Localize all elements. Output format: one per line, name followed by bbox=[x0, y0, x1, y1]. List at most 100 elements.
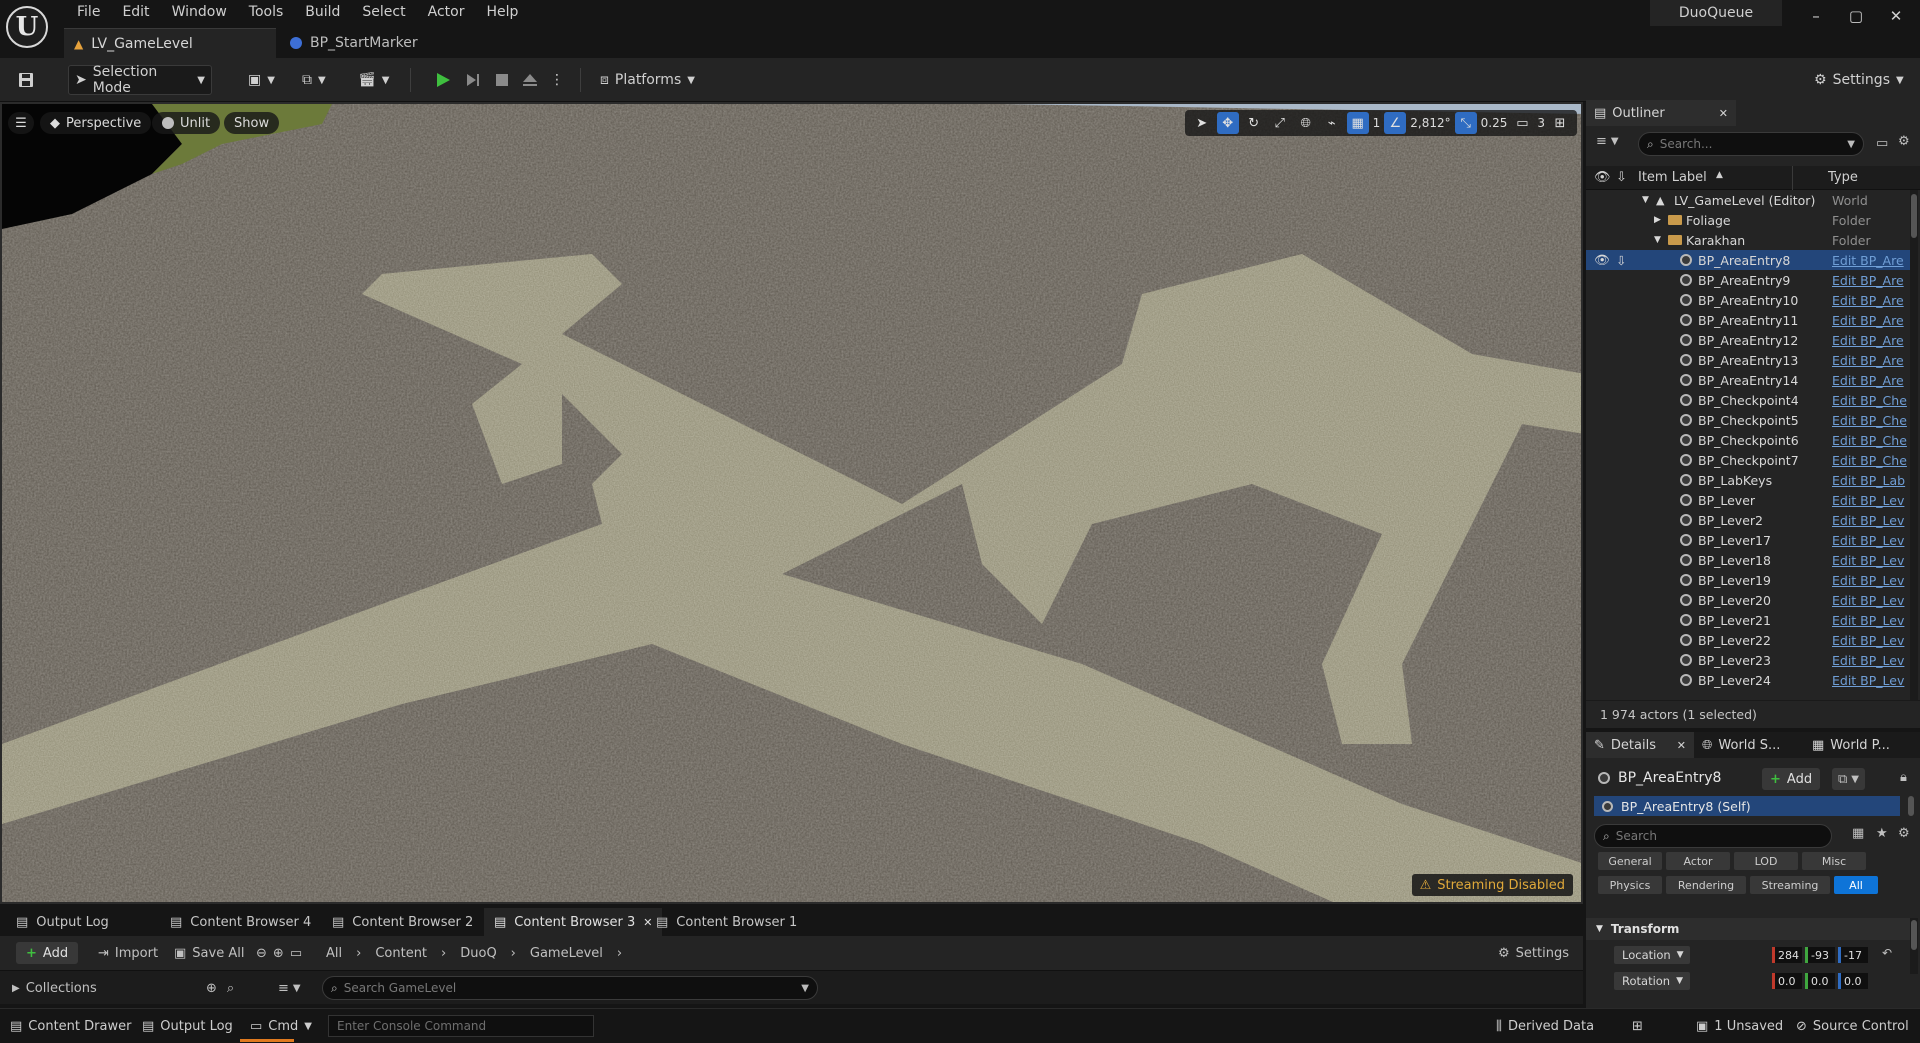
close-icon[interactable]: ✕ bbox=[1677, 739, 1686, 752]
edit-blueprint-link[interactable]: Edit BP_Lev bbox=[1832, 513, 1910, 528]
edit-blueprint-link[interactable]: Edit BP_Are bbox=[1832, 253, 1910, 268]
grid-snap-icon[interactable]: ▦ bbox=[1346, 112, 1369, 134]
edit-blueprint-link[interactable]: Edit BP_Lev bbox=[1832, 593, 1910, 608]
add-collection-icon[interactable]: ⊕ bbox=[206, 981, 217, 996]
star-icon[interactable]: ★ bbox=[1876, 826, 1888, 841]
location-dropdown[interactable]: Location ▼ bbox=[1614, 946, 1690, 964]
tab-output-log[interactable]: ▤ Output Log bbox=[6, 908, 119, 936]
filter-actor[interactable]: Actor bbox=[1666, 852, 1730, 870]
filter-physics[interactable]: Physics bbox=[1598, 876, 1662, 894]
stop-icon[interactable] bbox=[488, 65, 516, 95]
tab-content-browser-3[interactable]: ▤ Content Browser 3 ✕ bbox=[484, 908, 663, 936]
tab-content-browser-4[interactable]: ▤ Content Browser 4 bbox=[160, 908, 321, 936]
visibility-icon[interactable]: 👁︎ bbox=[1594, 252, 1610, 268]
add-folder-icon[interactable]: ▭ bbox=[1876, 136, 1888, 151]
content-drawer-button[interactable]: ▤ Content Drawer bbox=[10, 1009, 131, 1043]
chevron-right-icon[interactable]: ▶ bbox=[1654, 215, 1661, 225]
menu-select[interactable]: Select bbox=[351, 2, 416, 22]
edit-blueprint-link[interactable]: Edit BP_Are bbox=[1832, 373, 1910, 388]
outliner-folder-row[interactable]: ▼ ▲ LV_GameLevel (Editor) World bbox=[1586, 190, 1910, 210]
outliner-actor-row[interactable]: BP_Lever23 Edit BP_Lev bbox=[1586, 650, 1910, 670]
menu-edit[interactable]: Edit bbox=[111, 2, 160, 22]
transform-section-header[interactable]: ▼ Transform bbox=[1586, 918, 1910, 940]
tab-details[interactable]: ✎ Details ✕ bbox=[1586, 732, 1694, 758]
menu-help[interactable]: Help bbox=[475, 2, 529, 22]
edit-blueprint-link[interactable]: Edit BP_Are bbox=[1832, 273, 1910, 288]
blueprint-options-dropdown[interactable]: ⧉ ▼ bbox=[1832, 768, 1865, 790]
location-y[interactable]: -93 bbox=[1805, 947, 1835, 963]
edit-blueprint-link[interactable]: Edit BP_Lev bbox=[1832, 553, 1910, 568]
edit-blueprint-link[interactable]: Edit BP_Lev bbox=[1832, 533, 1910, 548]
rotation-snap-icon[interactable]: ∠ bbox=[1384, 112, 1407, 134]
component-scrollbar[interactable] bbox=[1908, 796, 1914, 816]
add-actor-icon[interactable]: ▣ ▼ bbox=[242, 65, 281, 95]
details-search-input[interactable]: ⌕ Search bbox=[1594, 824, 1832, 848]
collections-header[interactable]: ▶ Collections bbox=[12, 977, 97, 999]
close-icon[interactable]: ✕ bbox=[1719, 107, 1728, 120]
filter-all[interactable]: All bbox=[1834, 876, 1878, 894]
outliner-actor-row[interactable]: BP_Lever19 Edit BP_Lev bbox=[1586, 570, 1910, 590]
table-view-icon[interactable]: ▦ bbox=[1852, 826, 1864, 841]
select-tool-icon[interactable]: ➤ bbox=[1191, 112, 1213, 134]
cb-settings-button[interactable]: ⚙ Settings bbox=[1498, 942, 1569, 964]
level-viewport[interactable]: ☰ ◆ Perspective Unlit Show ➤ ✥ ↻ ⤢ 🌐︎ ⌁ … bbox=[0, 102, 1583, 904]
tab-bp-startmarker[interactable]: BP_StartMarker bbox=[280, 28, 460, 58]
cinematics-icon[interactable]: 🎬︎ ▼ bbox=[352, 65, 395, 95]
source-control-button[interactable]: ⊘ Source Control bbox=[1796, 1009, 1909, 1043]
step-play-icon[interactable] bbox=[458, 65, 488, 95]
close-button[interactable]: ✕ bbox=[1876, 4, 1916, 28]
outliner-actor-row[interactable]: BP_Lever Edit BP_Lev bbox=[1586, 490, 1910, 510]
outliner-actor-row[interactable]: BP_AreaEntry14 Edit BP_Are bbox=[1586, 370, 1910, 390]
edit-blueprint-link[interactable]: Edit BP_Che bbox=[1832, 393, 1910, 408]
outliner-actor-row[interactable]: BP_AreaEntry13 Edit BP_Are bbox=[1586, 350, 1910, 370]
surface-snap-icon[interactable]: ⌁ bbox=[1321, 112, 1343, 134]
tab-outliner[interactable]: ▤ Outliner ✕ bbox=[1586, 100, 1736, 126]
blueprint-menu-icon[interactable]: ⧉ ▼ bbox=[296, 65, 332, 95]
network-icon[interactable]: ⊞ bbox=[1632, 1009, 1643, 1043]
save-all-button[interactable]: ▣ Save All bbox=[174, 942, 244, 964]
scale-snap-icon[interactable]: ⤡ bbox=[1454, 112, 1477, 134]
filter-dropdown[interactable]: ≡ ▼ bbox=[278, 977, 301, 999]
edit-blueprint-link[interactable]: Edit BP_Are bbox=[1832, 353, 1910, 368]
tab-world-partition[interactable]: ▦ World P... bbox=[1804, 732, 1914, 758]
rotate-tool-icon[interactable]: ↻ bbox=[1243, 112, 1265, 134]
menu-build[interactable]: Build bbox=[294, 2, 351, 22]
viewport-layout-icon[interactable]: ⊞ bbox=[1549, 112, 1571, 134]
output-log-button[interactable]: ▤ Output Log bbox=[142, 1009, 233, 1043]
tab-world-settings[interactable]: 🌐︎ World S... bbox=[1694, 732, 1804, 758]
col-type[interactable]: Type bbox=[1828, 170, 1858, 185]
translate-tool-icon[interactable]: ✥ bbox=[1216, 112, 1239, 134]
maximize-button[interactable]: ▢ bbox=[1836, 4, 1876, 28]
outliner-filter-dropdown[interactable]: ≡ ▼ bbox=[1596, 134, 1619, 149]
play-button[interactable] bbox=[428, 65, 458, 95]
pin-icon[interactable]: ⇩ bbox=[1616, 253, 1626, 268]
scale-snap-value[interactable]: 0.25 bbox=[1481, 116, 1508, 130]
edit-blueprint-link[interactable]: Edit BP_Lab bbox=[1832, 473, 1910, 488]
outliner-actor-row[interactable]: BP_Checkpoint7 Edit BP_Che bbox=[1586, 450, 1910, 470]
show-button[interactable]: Show bbox=[224, 112, 280, 134]
breadcrumb-all[interactable]: All bbox=[326, 946, 342, 961]
outliner-actor-row[interactable]: BP_AreaEntry12 Edit BP_Are bbox=[1586, 330, 1910, 350]
edit-blueprint-link[interactable]: Edit BP_Lev bbox=[1832, 573, 1910, 588]
selection-mode-dropdown[interactable]: ➤ Selection Mode ▼ bbox=[68, 64, 212, 96]
outliner-actor-row[interactable]: BP_Checkpoint5 Edit BP_Che bbox=[1586, 410, 1910, 430]
location-x[interactable]: 284 bbox=[1772, 947, 1802, 963]
outliner-search-input[interactable]: ⌕ Search... ▼ bbox=[1638, 132, 1864, 156]
scrollbar-thumb[interactable] bbox=[1911, 194, 1917, 238]
outliner-folder-row[interactable]: ▶ Foliage Folder bbox=[1586, 210, 1910, 230]
back-icon[interactable]: ⊖ bbox=[256, 946, 267, 961]
save-icon[interactable] bbox=[12, 65, 40, 95]
edit-blueprint-link[interactable]: Edit BP_Che bbox=[1832, 413, 1910, 428]
lock-icon[interactable]: 🔒︎ bbox=[1900, 770, 1907, 785]
rotation-snap-value[interactable]: 2,812° bbox=[1410, 116, 1450, 130]
menu-actor[interactable]: Actor bbox=[417, 2, 476, 22]
chevron-down-icon[interactable]: ▼ bbox=[1654, 235, 1661, 245]
chevron-down-icon[interactable]: ▼ bbox=[1642, 195, 1649, 205]
grid-snap-value[interactable]: 1 bbox=[1373, 116, 1381, 130]
tab-content-browser-2[interactable]: ▤ Content Browser 2 bbox=[322, 908, 483, 936]
tab-content-browser-1[interactable]: ▤ Content Browser 1 bbox=[646, 908, 807, 936]
unsaved-button[interactable]: ▣ 1 Unsaved bbox=[1696, 1009, 1783, 1043]
filter-streaming[interactable]: Streaming bbox=[1750, 876, 1830, 894]
rotation-z[interactable]: 0.0 bbox=[1838, 973, 1868, 989]
console-command-input[interactable]: Enter Console Command bbox=[328, 1015, 594, 1037]
